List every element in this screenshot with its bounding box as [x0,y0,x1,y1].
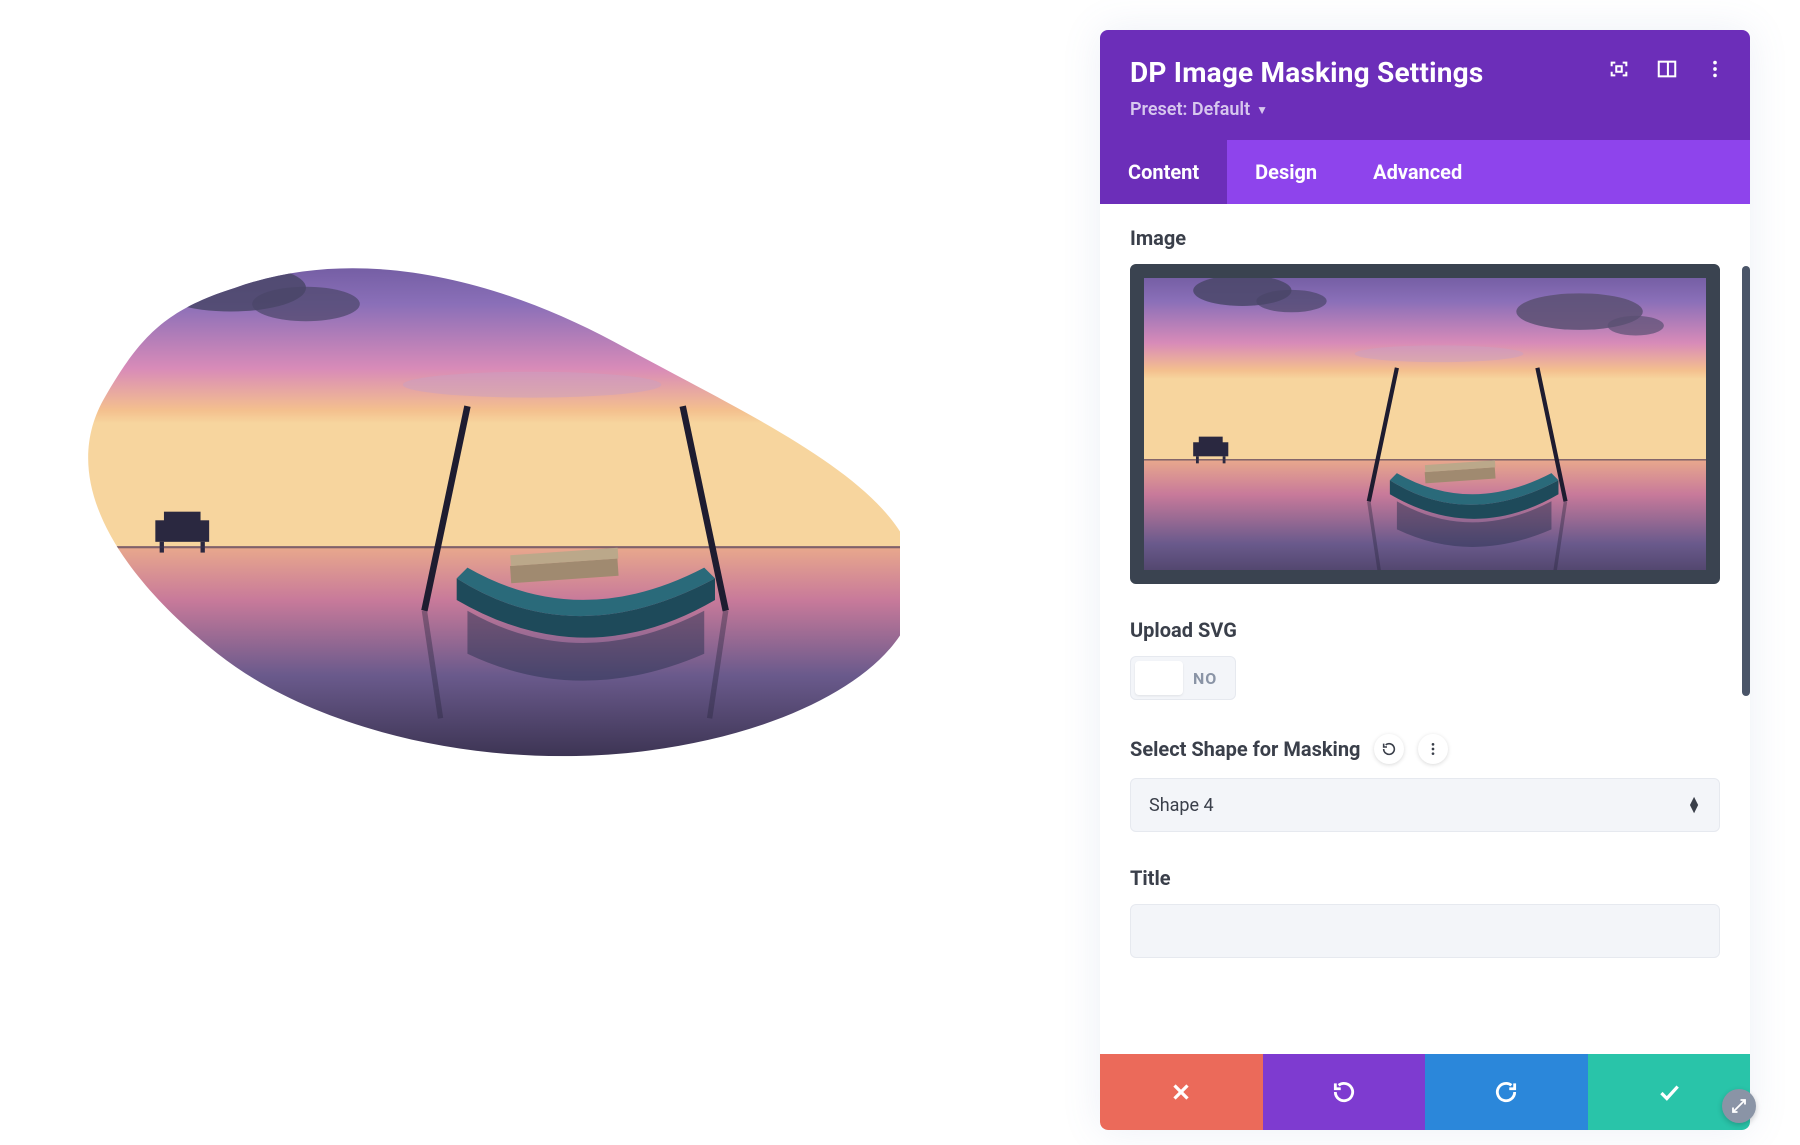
select-chevrons-icon: ▲▼ [1687,797,1701,813]
preset-selector[interactable]: Preset: Default ▼ [1130,99,1268,120]
title-field-label: Title [1130,866,1720,890]
settings-panel: DP Image Masking Settings Preset: Defaul… [1100,30,1750,1130]
shape-select[interactable]: Shape 4 ▲▼ [1130,778,1720,832]
select-shape-label: Select Shape for Masking [1130,737,1360,761]
layout-icon[interactable] [1656,58,1678,80]
cancel-button[interactable] [1100,1054,1263,1130]
confirm-button[interactable] [1588,1054,1751,1130]
panel-tabs: Content Design Advanced [1100,140,1750,204]
reset-icon[interactable] [1374,734,1404,764]
redo-button[interactable] [1425,1054,1588,1130]
image-upload-preview[interactable] [1130,264,1720,584]
upload-svg-toggle[interactable]: NO [1130,656,1236,700]
panel-body: Image Upload SVG NO Select Shape for Mas… [1100,204,1750,1054]
shape-select-value: Shape 4 [1149,795,1214,816]
scrollbar-thumb[interactable] [1742,266,1750,696]
undo-button[interactable] [1263,1054,1426,1130]
preset-label: Preset: Default [1130,99,1250,120]
toggle-knob [1135,661,1183,695]
tab-content[interactable]: Content [1100,140,1227,204]
resize-handle[interactable] [1722,1089,1756,1123]
title-input[interactable] [1130,904,1720,958]
more-icon[interactable] [1704,58,1726,80]
caret-down-icon: ▼ [1256,103,1268,117]
image-field-label: Image [1130,226,1720,250]
tab-advanced[interactable]: Advanced [1345,140,1490,204]
expand-icon[interactable] [1608,58,1630,80]
more-options-icon[interactable] [1418,734,1448,764]
panel-footer [1100,1054,1750,1130]
upload-svg-label: Upload SVG [1130,618,1720,642]
toggle-text: NO [1183,669,1231,688]
tab-design[interactable]: Design [1227,140,1345,204]
masked-image-preview [80,150,900,850]
panel-header: DP Image Masking Settings Preset: Defaul… [1100,30,1750,140]
